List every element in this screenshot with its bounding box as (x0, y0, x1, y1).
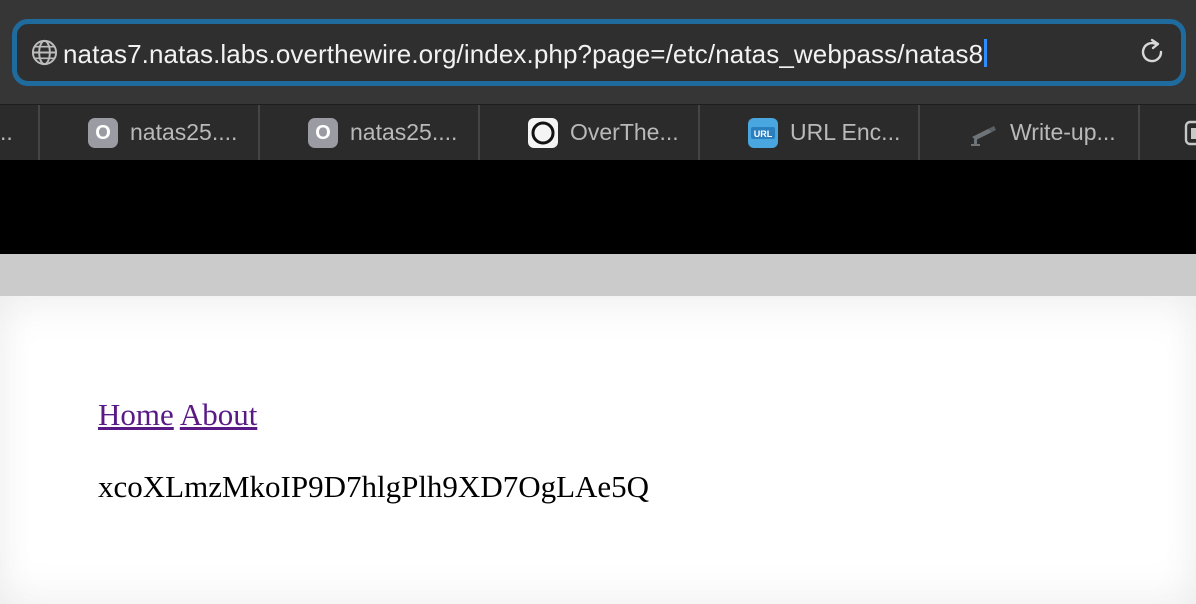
text-caret (984, 39, 988, 67)
tab-url-encoder[interactable]: URL URL Enc... (700, 105, 920, 160)
browser-toolbar: natas7.natas.labs.overthewire.org/index.… (0, 0, 1196, 104)
address-bar[interactable]: natas7.natas.labs.overthewire.org/index.… (12, 19, 1186, 86)
tab-partial-right[interactable] (1140, 105, 1196, 160)
circle-logo-icon (528, 118, 558, 148)
o-badge-icon: O (88, 118, 118, 148)
home-link[interactable]: Home (98, 397, 174, 432)
url-text[interactable]: natas7.natas.labs.overthewire.org/index.… (63, 35, 988, 73)
about-link[interactable]: About (180, 397, 258, 432)
tab-partial[interactable]: .. (0, 105, 40, 160)
window-icon (1184, 120, 1196, 146)
page-content: Home About xcoXLmzMkoIP9D7hlgPlh9XD7OgLA… (0, 296, 1196, 604)
url-badge-icon: URL (748, 118, 778, 148)
url-value[interactable]: natas7.natas.labs.overthewire.org/index.… (63, 39, 983, 69)
tab-label: URL Enc... (790, 119, 901, 145)
o-badge-icon: O (308, 118, 338, 148)
tab-write-up[interactable]: Write-up... (920, 105, 1140, 160)
tab-label: natas25.... (130, 119, 238, 145)
tab-strip: .. O natas25.... O natas25.... OverThe..… (0, 104, 1196, 160)
tab-natas25-1[interactable]: O natas25.... (40, 105, 260, 160)
tab-label: natas25.... (350, 119, 458, 145)
page-subheader-band (0, 254, 1196, 296)
camera-icon (971, 126, 996, 146)
globe-icon (31, 39, 58, 66)
tab-label: OverThe... (570, 119, 679, 145)
tab-natas25-2[interactable]: O natas25.... (260, 105, 480, 160)
tab-label: .. (0, 119, 13, 145)
reload-icon[interactable] (1137, 37, 1167, 67)
tab-label: Write-up... (1010, 119, 1116, 145)
password-text: xcoXLmzMkoIP9D7hlgPlh9XD7OgLAe5Q (98, 469, 650, 504)
page-nav: Home About (98, 395, 257, 435)
svg-text:URL: URL (754, 129, 773, 139)
tab-overthewire[interactable]: OverThe... (480, 105, 700, 160)
page-header-band (0, 160, 1196, 254)
